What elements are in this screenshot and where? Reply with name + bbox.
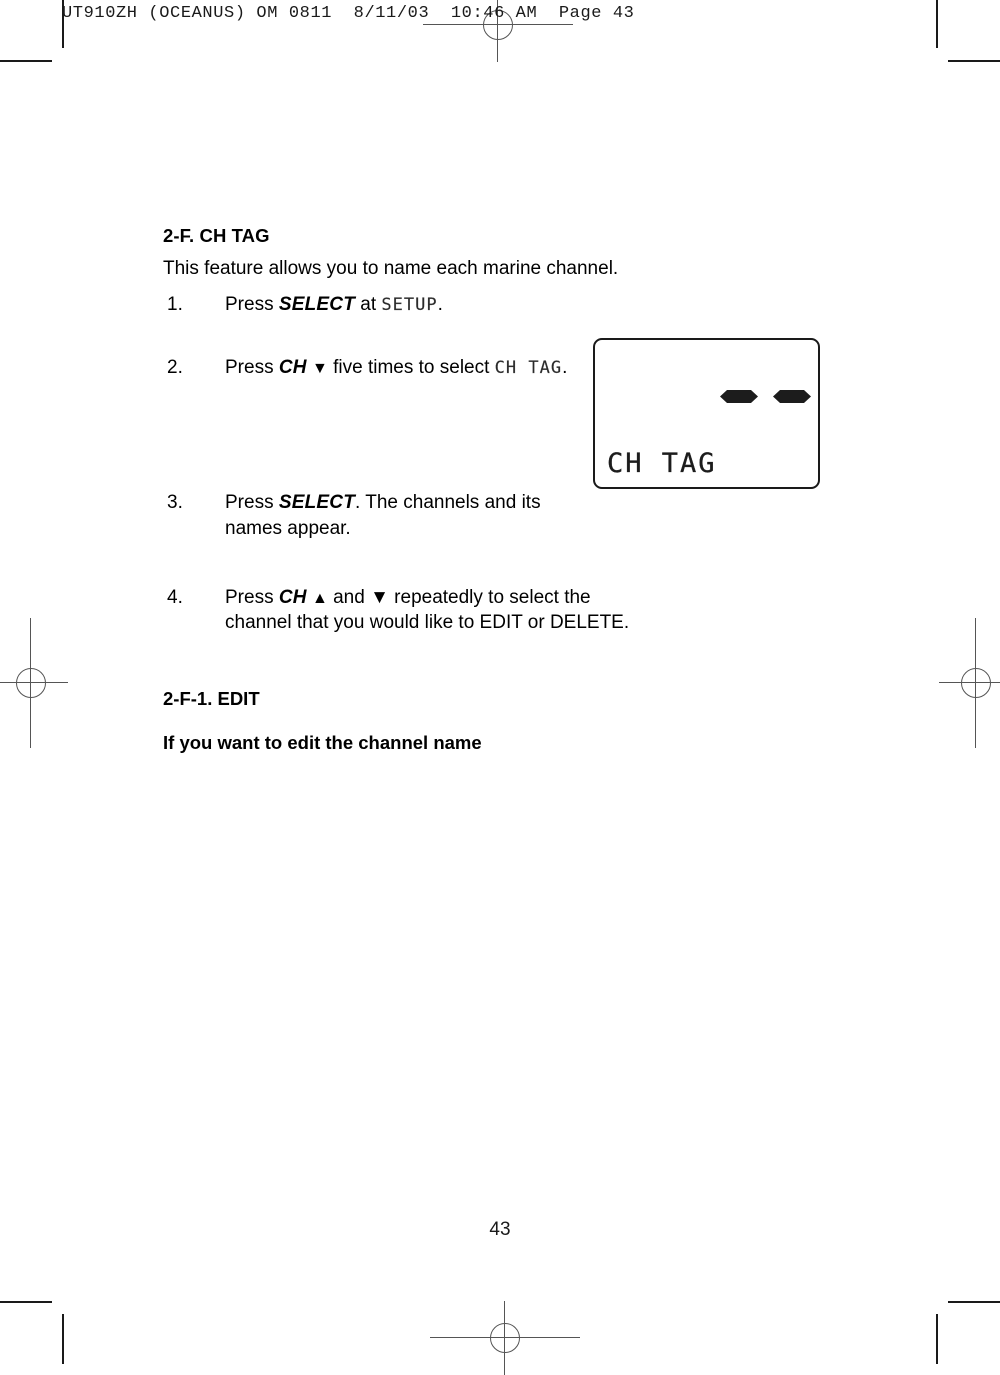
registration-horizontal-line [0,682,68,683]
procedure-step-3: 3. Press SELECT. The channels and its na… [163,490,863,541]
step-number: 2. [167,357,183,379]
step-number: 3. [167,492,183,514]
lcd-segment-dash-left [720,390,758,403]
crop-mark-bottom-right-vertical [936,1314,938,1364]
page-running-header: UT910ZH (OCEANUS) OM 0811 8/11/03 10:46 … [62,4,635,23]
step-emphasis-key: SELECT [278,293,356,315]
step-text-before: Press [225,293,279,315]
registration-horizontal-line [430,1337,580,1338]
lcd-display-figure: CH TAG [593,338,820,489]
step-text-mid: at [355,293,382,315]
registration-target-right [939,618,1000,748]
crop-mark-bottom-right-horizontal [948,1301,1000,1303]
chevron-up-icon: ▲ [311,589,328,607]
step-text-mid: five times to select [327,357,495,379]
step-text-before: Press [225,357,279,379]
step-text-after: . [562,357,568,379]
registration-target-left [0,618,68,748]
subsection-heading: 2-F-1. EDIT [163,688,260,710]
step-text-before: Press [225,492,279,514]
step-emphasis-key: SELECT [278,492,356,514]
step-emphasis-key: CH [278,357,307,379]
registration-vertical-line [30,618,31,748]
crop-mark-top-right-horizontal [948,60,1000,62]
registration-vertical-line [975,618,976,748]
step-number: 4. [167,586,183,608]
lcd-display-label: CH TAG [607,448,717,479]
procedure-step-1: 1. Press SELECT at SETUP. [163,292,863,317]
crop-mark-bottom-left-vertical [62,1314,64,1364]
lcd-segment-dash-right [773,390,811,403]
step-text: Press SELECT. The channels and its names… [225,490,575,541]
registration-circle-icon [16,668,46,698]
step-lcd-token: SETUP [381,294,438,315]
step-text: Press CH ▲ and ▼ repeatedly to select th… [225,585,645,636]
crop-mark-bottom-left-horizontal [0,1301,52,1303]
chevron-down-icon: ▼ [311,360,328,378]
procedure-step-4: 4. Press CH ▲ and ▼ repeatedly to select… [163,585,863,636]
section-intro-text: This feature allows you to name each mar… [163,258,619,280]
registration-circle-icon [961,668,991,698]
registration-horizontal-line [939,682,1000,683]
step-number: 1. [167,293,183,315]
step-text-after: . [437,293,443,315]
registration-horizontal-line [423,24,573,25]
page-number: 43 [489,1219,511,1240]
crop-mark-top-left-horizontal [0,60,52,62]
section-heading: 2-F. CH TAG [163,225,270,246]
crop-mark-top-right-vertical [936,0,938,48]
subsection-lead-text: If you want to edit the channel name [163,731,482,753]
step-text: Press CH ▼ five times to select CH TAG. [225,355,575,380]
registration-circle-icon [490,1323,520,1353]
step-text-before: Press [225,586,279,608]
step-emphasis-key: CH [278,586,307,608]
step-lcd-token: CH TAG [494,358,563,379]
step-text: Press SELECT at SETUP. [225,292,575,317]
